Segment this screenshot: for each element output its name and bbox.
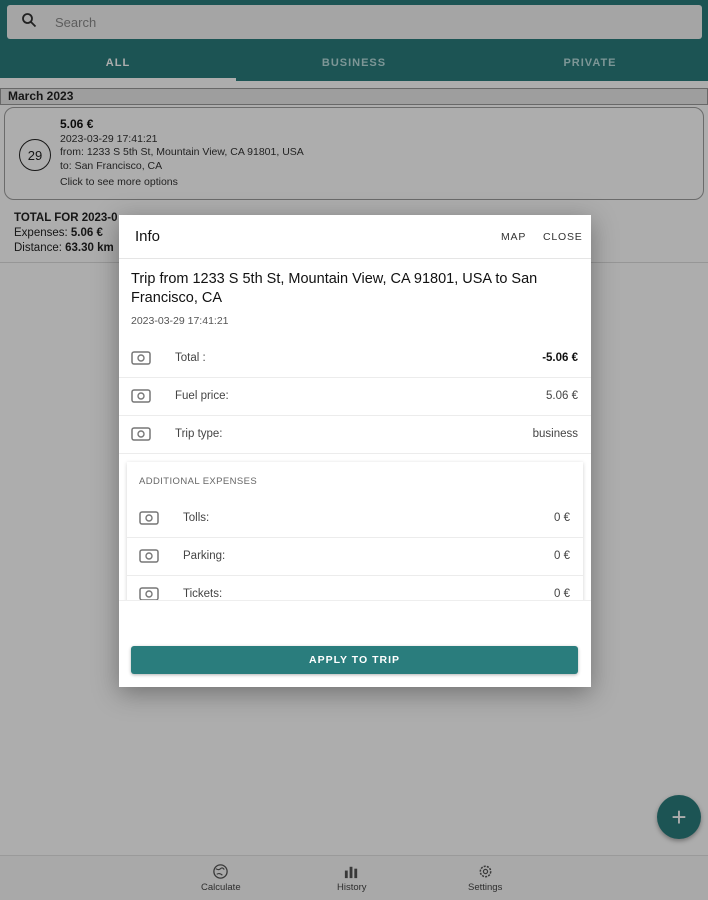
tolls-row[interactable]: Tolls: 0 € (127, 500, 583, 538)
parking-row[interactable]: Parking: 0 € (127, 538, 583, 576)
total-value: -5.06 € (542, 352, 578, 364)
money-icon (139, 511, 159, 525)
tickets-value: 0 € (554, 588, 570, 600)
money-icon (139, 549, 159, 563)
trip-type-label: Trip type: (175, 428, 223, 440)
parking-value: 0 € (554, 550, 570, 562)
money-icon (131, 427, 151, 441)
parking-label: Parking: (183, 550, 226, 562)
fuel-price-label: Fuel price: (175, 390, 229, 402)
dialog-header: Info MAP CLOSE (119, 215, 591, 259)
trip-type-row: Trip type: business (119, 416, 591, 454)
tickets-label: Tickets: (183, 588, 223, 600)
money-icon (131, 351, 151, 365)
total-row: Total : -5.06 € (119, 340, 591, 378)
money-icon (139, 587, 159, 600)
additional-expenses-card: ADDITIONAL EXPENSES Tolls: 0 € Parking: … (127, 462, 583, 600)
dialog-body[interactable]: Trip from 1233 S 5th St, Mountain View, … (119, 260, 591, 600)
trip-type-value: business (532, 428, 578, 440)
map-button[interactable]: MAP (501, 231, 526, 243)
fuel-price-value: 5.06 € (546, 390, 578, 402)
dialog-title: Info (135, 228, 161, 245)
total-label: Total : (175, 352, 206, 364)
info-dialog: Info MAP CLOSE Trip from 1233 S 5th St, … (119, 215, 591, 687)
tolls-value: 0 € (554, 512, 570, 524)
fuel-price-row: Fuel price: 5.06 € (119, 378, 591, 416)
money-icon (131, 389, 151, 403)
trip-date: 2023-03-29 17:41:21 (131, 315, 229, 327)
apply-to-trip-button[interactable]: APPLY TO TRIP (131, 646, 578, 674)
trip-title: Trip from 1233 S 5th St, Mountain View, … (131, 271, 538, 306)
close-button[interactable]: CLOSE (543, 231, 583, 243)
tickets-row[interactable]: Tickets: 0 € (127, 576, 583, 600)
dialog-footer: APPLY TO TRIP (119, 600, 591, 687)
additional-expenses-header: ADDITIONAL EXPENSES (139, 476, 258, 487)
tolls-label: Tolls: (183, 512, 210, 524)
